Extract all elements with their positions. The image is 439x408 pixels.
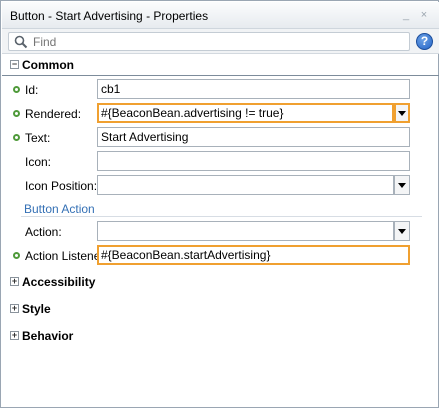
icon-position-dropdown-button[interactable]: [394, 175, 410, 195]
property-row-action-listener: Action Listener: #{BeaconBean.startAdver…: [2, 245, 439, 267]
rendered-field[interactable]: #{BeaconBean.advertising != true}: [97, 103, 394, 123]
property-set-indicator-icon: [13, 252, 20, 259]
icon-position-field[interactable]: [97, 175, 394, 195]
title-bar: Button - Start Advertising - Properties …: [2, 2, 439, 29]
find-input[interactable]: [33, 34, 403, 49]
action-field[interactable]: [97, 221, 394, 241]
section-label: Behavior: [22, 329, 74, 343]
section-style[interactable]: + Style: [2, 300, 439, 320]
text-field[interactable]: Start Advertising: [97, 127, 410, 147]
window-title: Button - Start Advertising - Properties: [10, 9, 209, 23]
id-field[interactable]: cb1: [97, 79, 410, 99]
action-dropdown-button[interactable]: [394, 221, 410, 241]
section-common[interactable]: − Common: [2, 56, 439, 76]
property-set-indicator-icon: [13, 86, 20, 93]
property-row-icon: Icon:: [2, 151, 439, 173]
properties-panel: Button - Start Advertising - Properties …: [0, 0, 439, 408]
expand-icon[interactable]: +: [10, 331, 19, 340]
property-label-text: Text:: [25, 131, 51, 145]
search-icon: [14, 35, 28, 49]
property-set-indicator-icon: [13, 134, 20, 141]
property-label-action-listener: Action Listener:: [25, 249, 108, 263]
close-button[interactable]: ×: [418, 8, 430, 22]
property-row-id: Id: cb1: [2, 79, 439, 101]
find-bar: ?: [2, 29, 439, 54]
section-label: Common: [22, 58, 74, 72]
expand-icon[interactable]: +: [10, 304, 19, 313]
action-listener-field[interactable]: #{BeaconBean.startAdvertising}: [97, 245, 410, 265]
expand-icon[interactable]: +: [10, 277, 19, 286]
chevron-down-icon: [398, 183, 406, 188]
section-label: Style: [22, 302, 51, 316]
property-label-icon-position: Icon Position:: [25, 179, 98, 193]
rendered-dropdown-button[interactable]: [394, 103, 410, 123]
property-row-text: Text: Start Advertising: [2, 127, 439, 149]
property-label-rendered: Rendered:: [25, 107, 82, 121]
property-label-icon: Icon:: [25, 155, 52, 169]
help-icon[interactable]: ?: [416, 33, 433, 50]
section-behavior[interactable]: + Behavior: [2, 327, 439, 347]
property-row-action: Action:: [2, 221, 439, 243]
property-label-action: Action:: [25, 225, 62, 239]
section-accessibility[interactable]: + Accessibility: [2, 273, 439, 293]
chevron-down-icon: [398, 111, 406, 116]
property-row-rendered: Rendered: #{BeaconBean.advertising != tr…: [2, 103, 439, 125]
section-label: Accessibility: [22, 275, 96, 289]
find-box[interactable]: [8, 32, 410, 51]
property-label-id: Id:: [25, 83, 39, 97]
group-divider: [21, 216, 422, 217]
icon-field[interactable]: [97, 151, 410, 171]
group-label-button-action: Button Action: [24, 202, 95, 216]
property-row-icon-position: Icon Position:: [2, 175, 439, 197]
minimize-button[interactable]: _: [400, 8, 412, 22]
collapse-icon[interactable]: −: [10, 60, 19, 69]
property-set-indicator-icon: [13, 110, 20, 117]
chevron-down-icon: [398, 229, 406, 234]
